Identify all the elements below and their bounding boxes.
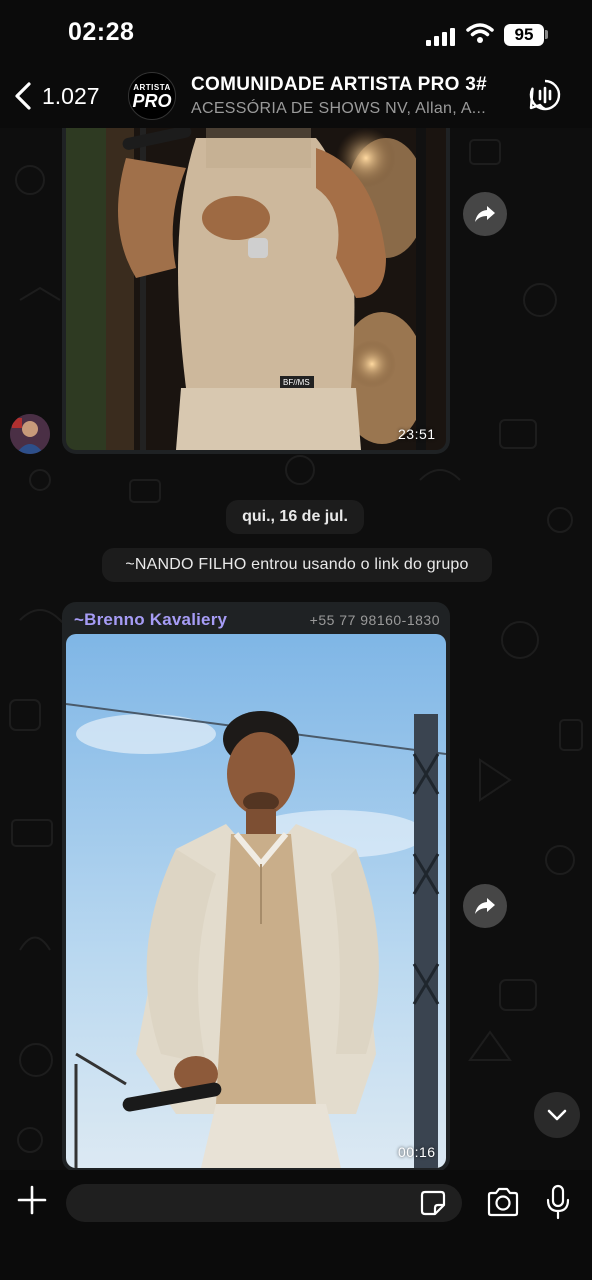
sticker-icon[interactable] <box>420 1190 446 1216</box>
forward-arrow-icon <box>475 206 495 222</box>
group-avatar[interactable]: ARTISTA PRO <box>128 72 176 120</box>
plus-icon[interactable] <box>16 1184 48 1216</box>
date-separator: qui., 16 de jul. <box>226 500 364 534</box>
sender-avatar[interactable] <box>10 414 50 454</box>
wifi-icon <box>466 23 494 43</box>
forward-arrow-icon <box>475 898 495 914</box>
performer-image: BF//MS <box>66 108 446 450</box>
microphone-icon[interactable] <box>545 1184 571 1220</box>
system-notice: ~NANDO FILHO entrou usando o link do gru… <box>102 548 492 582</box>
back-button[interactable]: 1.027 <box>14 78 100 114</box>
performer-video-frame <box>66 634 446 1168</box>
battery-tip <box>545 30 548 39</box>
unread-count: 1.027 <box>42 82 100 109</box>
sender-phone: +55 77 98160-1830 <box>309 612 440 628</box>
concert-photo[interactable]: BF//MS <box>66 108 446 450</box>
chat-header: 1.027 ARTISTA PRO COMUNIDADE ARTISTA PRO… <box>0 66 592 128</box>
composer-bar <box>0 1170 592 1280</box>
forward-button[interactable] <box>463 192 507 236</box>
forward-button[interactable] <box>463 884 507 928</box>
status-bar: 02:28 95 <box>0 0 592 66</box>
group-members[interactable]: ACESSÓRIA DE SHOWS NV, Allan, A... <box>191 100 486 118</box>
scroll-to-bottom-button[interactable] <box>534 1092 580 1138</box>
signal-icon <box>426 26 456 46</box>
message-time: 23:51 <box>398 426 436 442</box>
status-time: 02:28 <box>68 18 135 46</box>
video-message[interactable]: ~Brenno Kavaliery +55 77 98160-1830 00:1… <box>62 602 450 1172</box>
sender-avatar-image <box>10 414 50 454</box>
image-message[interactable]: BF//MS 23:51 <box>62 108 450 454</box>
video-thumbnail[interactable] <box>66 634 446 1168</box>
sender-name[interactable]: ~Brenno Kavaliery <box>74 610 227 630</box>
chevron-down-icon <box>547 1109 567 1121</box>
group-title[interactable]: COMUNIDADE ARTISTA PRO 3# <box>191 74 487 96</box>
back-chevron-icon <box>15 82 31 110</box>
battery-indicator: 95 <box>504 24 544 46</box>
video-duration: 00:16 <box>398 1144 436 1160</box>
avatar-line2: PRO <box>132 90 172 111</box>
camera-icon[interactable] <box>486 1187 520 1217</box>
call-waveform-icon[interactable] <box>528 78 562 112</box>
message-input[interactable] <box>66 1184 462 1222</box>
shirt-tag-text: BF//MS <box>283 378 310 387</box>
